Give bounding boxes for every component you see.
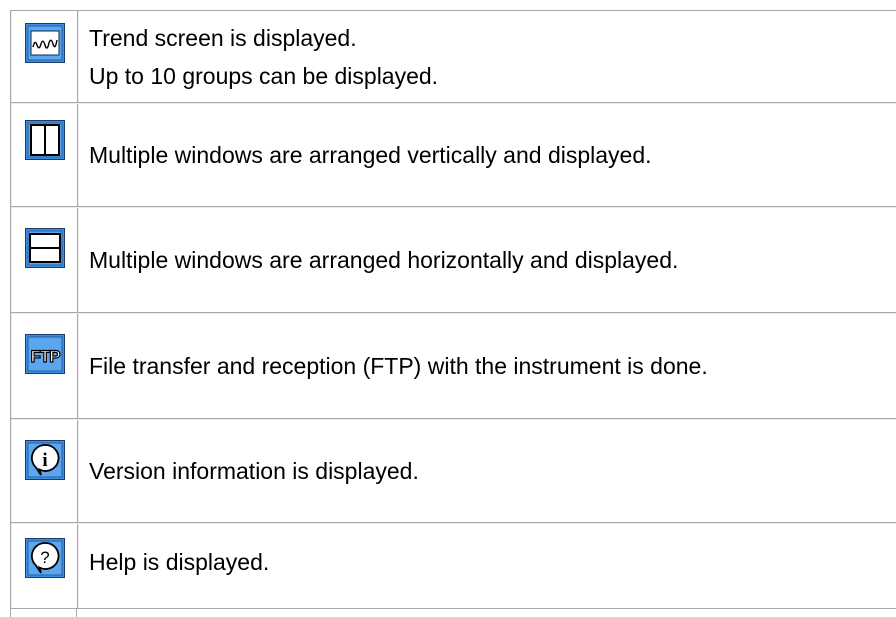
icon-cell bbox=[11, 11, 78, 102]
description-cell: Version information is displayed. bbox=[78, 420, 896, 522]
help-icon-glyph: ? bbox=[40, 548, 49, 567]
trend-icon bbox=[24, 23, 65, 63]
icon-reference-table: Trend screen is displayed. Up to 10 grou… bbox=[10, 10, 896, 609]
table-row: Trend screen is displayed. Up to 10 grou… bbox=[11, 11, 896, 103]
description-cell: Help is displayed. bbox=[78, 524, 896, 608]
table-row: FTP File transfer and reception (FTP) wi… bbox=[11, 313, 896, 419]
description-cell: File transfer and reception (FTP) with t… bbox=[78, 314, 896, 418]
table-row: Multiple windows are arranged horizontal… bbox=[11, 207, 896, 313]
icon-cell: FTP bbox=[11, 314, 78, 418]
vertical-split-icon bbox=[24, 120, 65, 160]
help-icon: ? bbox=[24, 538, 65, 578]
description-text: Help is displayed. bbox=[89, 549, 270, 575]
info-icon-glyph: i bbox=[42, 450, 47, 471]
icon-cell: i bbox=[11, 420, 78, 522]
description-cell: Multiple windows are arranged horizontal… bbox=[78, 208, 896, 312]
ftp-icon-label: FTP bbox=[30, 347, 60, 366]
table-row: i Version information is displayed. bbox=[11, 419, 896, 523]
description-text: Multiple windows are arranged horizontal… bbox=[89, 247, 679, 273]
table-row: ? Help is displayed. bbox=[11, 523, 896, 609]
description-text: File transfer and reception (FTP) with t… bbox=[89, 353, 708, 379]
horizontal-split-icon bbox=[24, 228, 65, 268]
description-cell: Trend screen is displayed. Up to 10 grou… bbox=[78, 11, 896, 102]
description-text: Trend screen is displayed. bbox=[89, 24, 357, 51]
description-text: Up to 10 groups can be displayed. bbox=[89, 62, 439, 89]
description-cell: Multiple windows are arranged vertically… bbox=[78, 104, 896, 206]
ftp-icon: FTP bbox=[24, 334, 65, 374]
table-continuation bbox=[10, 608, 77, 617]
description-text: Multiple windows are arranged vertically… bbox=[89, 142, 652, 168]
table-row: Multiple windows are arranged vertically… bbox=[11, 103, 896, 207]
icon-cell: ? bbox=[11, 524, 78, 608]
icon-cell bbox=[11, 104, 78, 206]
info-icon: i bbox=[24, 440, 65, 480]
description-text: Version information is displayed. bbox=[89, 458, 419, 484]
icon-cell bbox=[11, 208, 78, 312]
